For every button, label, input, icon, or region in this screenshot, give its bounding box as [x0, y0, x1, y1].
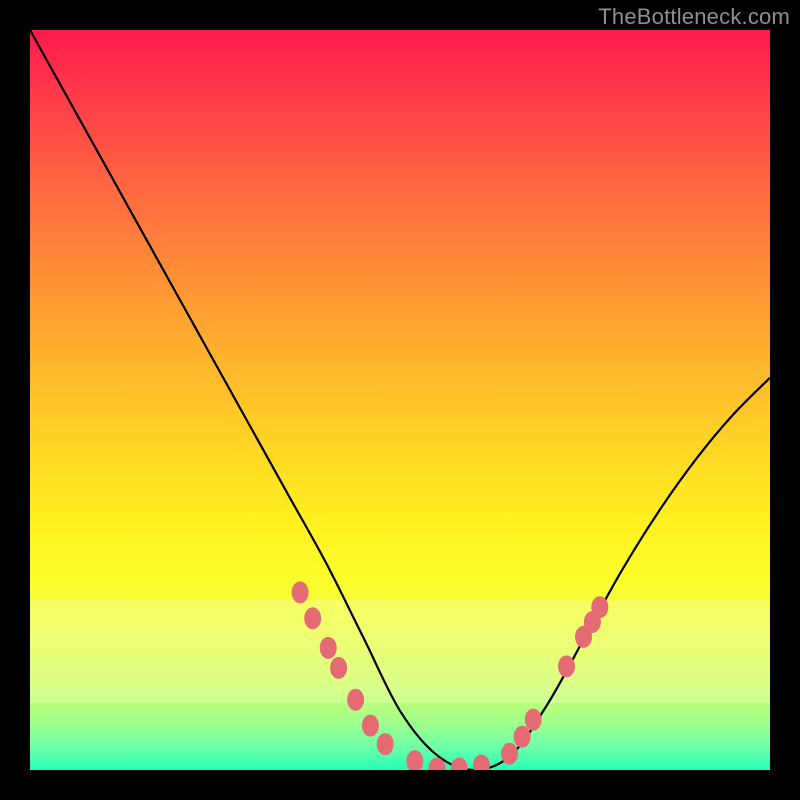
chart-frame: TheBottleneck.com — [0, 0, 800, 800]
marker-dot — [377, 733, 394, 755]
marker-dot — [347, 689, 364, 711]
marker-dot — [362, 715, 379, 737]
marker-dot — [525, 709, 542, 731]
marker-dot — [501, 743, 518, 765]
marker-dot — [292, 581, 309, 603]
marker-dot — [591, 596, 608, 618]
marker-dot — [320, 637, 337, 659]
marker-dot — [406, 750, 423, 770]
curve-layer — [30, 30, 770, 770]
marker-dot — [304, 607, 321, 629]
plot-area — [30, 30, 770, 770]
watermark-text: TheBottleneck.com — [598, 4, 790, 30]
marker-dot — [558, 655, 575, 677]
marker-group — [292, 581, 609, 770]
marker-dot — [451, 758, 468, 770]
marker-dot — [514, 726, 531, 748]
marker-dot — [473, 755, 490, 770]
marker-dot — [330, 657, 347, 679]
bottleneck-curve — [30, 30, 770, 770]
